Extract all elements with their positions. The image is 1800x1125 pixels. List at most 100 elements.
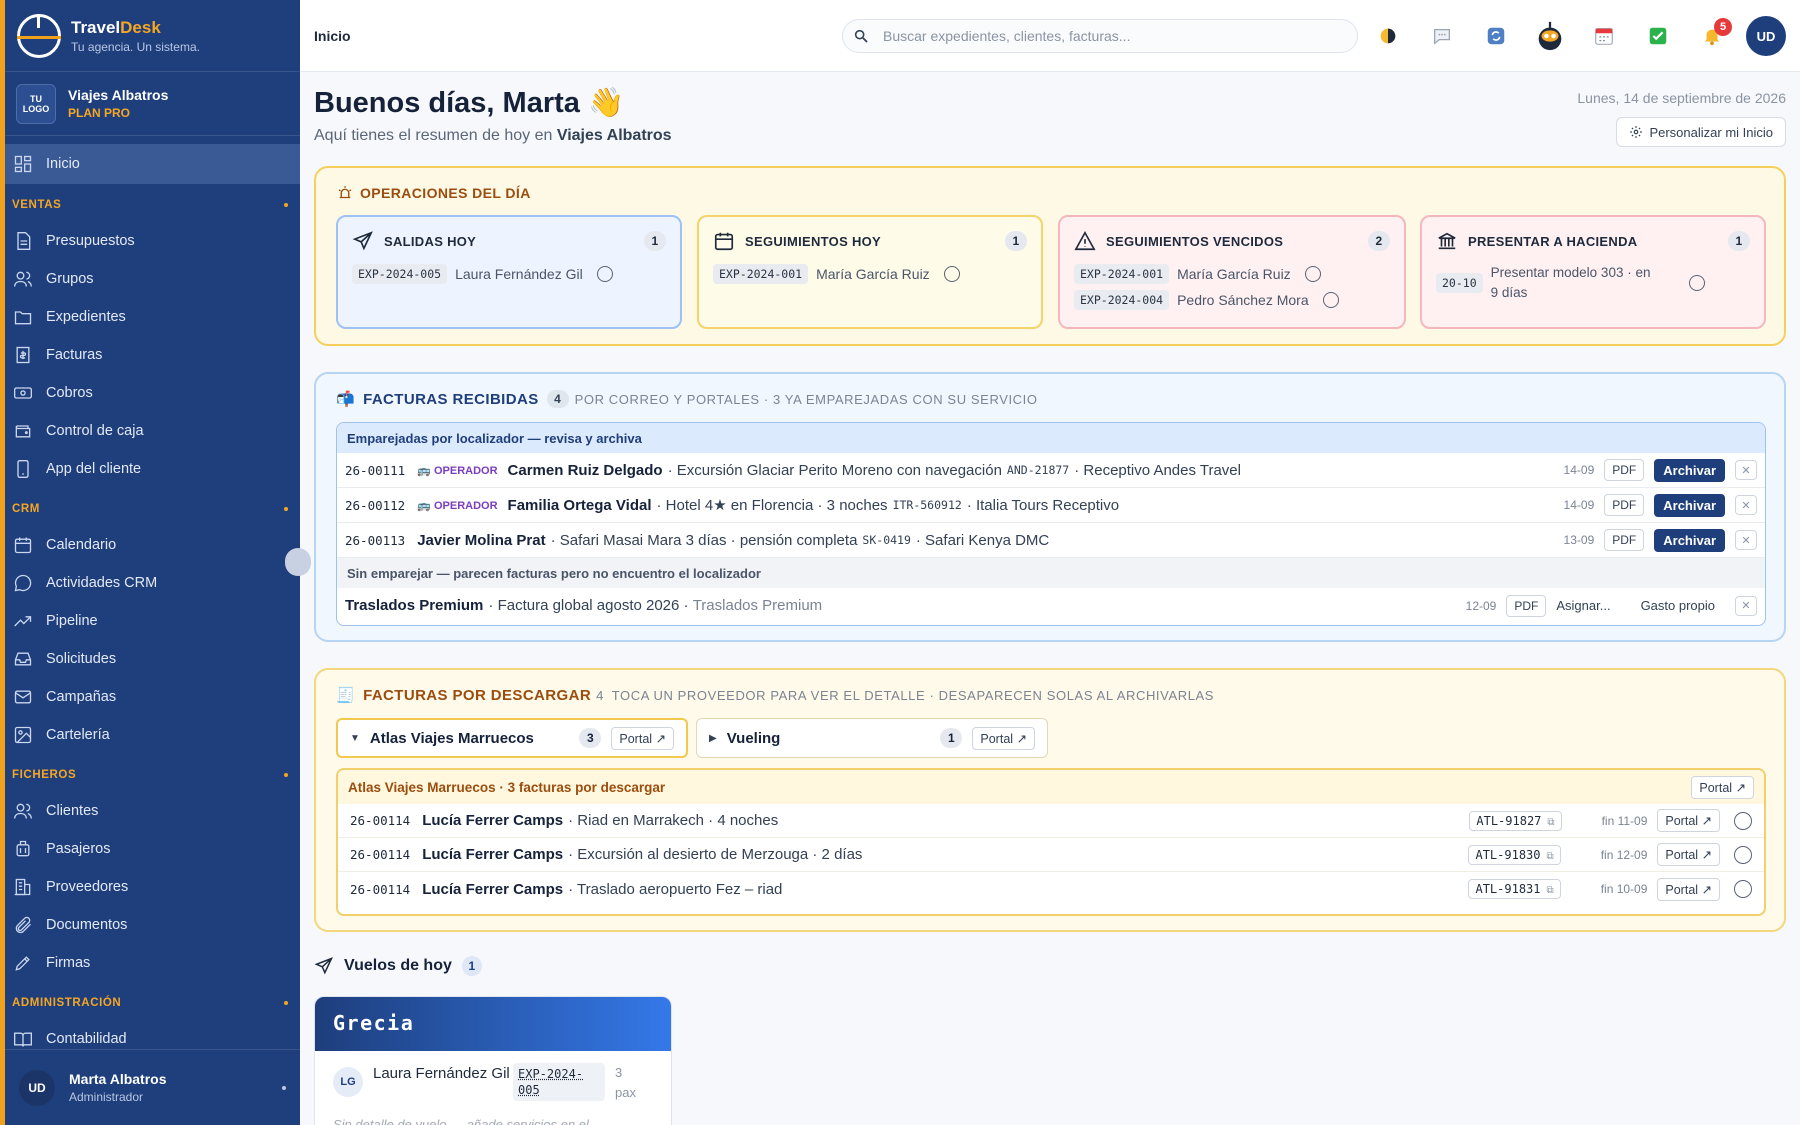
list-item[interactable]: 20-10 Presentar modelo 303 · en 9 días (1436, 261, 1750, 305)
sidebar-item-proveedores[interactable]: Proveedores (5, 868, 300, 906)
close-icon[interactable]: ✕ (1735, 530, 1757, 550)
provider-tab-atlas[interactable]: ▼ Atlas Viajes Marruecos 3 Portal ↗ (336, 718, 688, 758)
pdf-button[interactable]: PDF (1604, 459, 1644, 481)
assistant-button[interactable] (1528, 14, 1572, 58)
sidebar-item-actividades-crm[interactable]: Actividades CRM (5, 564, 300, 602)
portal-link[interactable]: Portal ↗ (1657, 809, 1720, 832)
list-item[interactable]: EXP-2024-004 Pedro Sánchez Mora (1074, 287, 1390, 313)
nav-section-ventas[interactable]: VENTAS (5, 188, 300, 222)
checkbox[interactable] (944, 266, 960, 282)
collapse-icon (284, 507, 288, 511)
portal-link[interactable]: Portal ↗ (1691, 776, 1754, 799)
portal-link[interactable]: Portal ↗ (611, 727, 674, 750)
calendar-icon (12, 534, 34, 556)
messages-button[interactable] (1420, 14, 1464, 58)
count-text: 4 (596, 688, 604, 703)
card-salidas-hoy[interactable]: SALIDAS HOY 1 EXP-2024-005 Laura Fernández… (336, 215, 682, 329)
archive-button[interactable]: Archivar (1654, 529, 1725, 552)
sidebar-item-clientes[interactable]: Clientes (5, 792, 300, 830)
sidebar-item-inicio[interactable]: Inicio (5, 144, 300, 184)
table-row[interactable]: 26-00114 Lucía Ferrer Camps · Traslado ae… (338, 872, 1764, 906)
brand[interactable]: TravelDesk Tu agencia. Un sistema. (5, 0, 300, 72)
reference-copy[interactable]: ATL-91827 (1469, 811, 1561, 831)
pdf-button[interactable]: PDF (1604, 529, 1644, 551)
sidebar-item-expedientes[interactable]: Expedientes (5, 298, 300, 336)
checkbox[interactable] (1305, 266, 1321, 282)
card-seguimientos-hoy[interactable]: SEGUIMIENTOS HOY 1 EXP-2024-001 María Garc… (697, 215, 1043, 329)
sidebar-collapse-handle[interactable] (285, 548, 311, 576)
checkbox[interactable] (1734, 846, 1752, 864)
checkbox[interactable] (1689, 275, 1705, 291)
pdf-button[interactable]: PDF (1604, 494, 1644, 516)
nav-section-crm[interactable]: CRM (5, 492, 300, 526)
checkbox[interactable] (1323, 292, 1339, 308)
sidebar-item-app-del-cliente[interactable]: App del cliente (5, 450, 300, 488)
sidebar-item-documentos[interactable]: Documentos (5, 906, 300, 944)
sidebar-item-label: Expedientes (46, 309, 126, 325)
table-row[interactable]: 26-00114 Lucía Ferrer Camps · Excursión a… (338, 838, 1764, 872)
table-row[interactable]: 26-00111 OPERADOR Carmen Ruiz Delgado· E… (337, 453, 1765, 488)
sidebar-item-label: Cartelería (46, 727, 110, 743)
card-seguimientos-vencidos[interactable]: SEGUIMIENTOS VENCIDOS 2 EXP-2024-001 María… (1058, 215, 1406, 329)
list-item[interactable]: EXP-2024-005 Laura Fernández Gil (352, 261, 666, 287)
list-item[interactable]: EXP-2024-001 María García Ruiz (1074, 261, 1390, 287)
user-menu[interactable]: UD Marta Albatros Administrador (5, 1049, 300, 1125)
table-row[interactable]: 26-00114 Lucía Ferrer Camps · Riad en Mar… (338, 804, 1764, 838)
sidebar-item-facturas[interactable]: Facturas (5, 336, 300, 374)
pending-downloads-panel: 🧾 FACTURAS POR DESCARGAR 4 TOCA UN PROVE… (314, 668, 1786, 932)
calendar-button[interactable] (1582, 14, 1626, 58)
list-item[interactable]: EXP-2024-001 María García Ruiz (713, 261, 1027, 287)
portal-link[interactable]: Portal ↗ (1657, 878, 1720, 901)
paperclip-icon (12, 914, 34, 936)
checkbox[interactable] (597, 266, 613, 282)
own-expense-button[interactable]: Gasto propio (1641, 598, 1715, 613)
sidebar-item-solicitudes[interactable]: Solicitudes (5, 640, 300, 678)
sidebar-item-grupos[interactable]: Grupos (5, 260, 300, 298)
count-badge: 1 (462, 956, 482, 976)
reference-copy[interactable]: ATL-91830 (1468, 845, 1560, 865)
sync-button[interactable] (1474, 14, 1518, 58)
close-icon[interactable]: ✕ (1735, 495, 1757, 515)
reference-copy[interactable]: ATL-91831 (1468, 879, 1560, 899)
table-row[interactable]: Traslados Premium · Factura global agosto… (337, 588, 1765, 623)
sidebar-item-pasajeros[interactable]: Pasajeros (5, 830, 300, 868)
flight-card[interactable]: Grecia LG Laura Fernández Gil EXP-2024-0… (314, 996, 672, 1125)
avatar[interactable]: UD (1746, 16, 1786, 56)
table-row[interactable]: 26-00112 OPERADOR Familia Ortega Vidal· … (337, 488, 1765, 523)
assign-button[interactable]: Asignar... (1556, 598, 1610, 613)
agency-switcher[interactable]: TU LOGO Viajes Albatros PLAN PRO (5, 72, 300, 136)
search-input[interactable] (883, 28, 1323, 44)
provider-tab-vueling[interactable]: ▶ Vueling 1 Portal ↗ (696, 718, 1048, 758)
card-presentar-hacienda[interactable]: PRESENTAR A HACIENDA 1 20-10 Presentar mod… (1420, 215, 1766, 329)
sidebar-item-campanas[interactable]: Campañas (5, 678, 300, 716)
count-badge: 1 (940, 728, 962, 748)
customize-home-button[interactable]: Personalizar mi Inicio (1616, 117, 1786, 147)
received-invoices-list: Emparejadas por localizador — revisa y a… (336, 422, 1766, 626)
pdf-button[interactable]: PDF (1506, 595, 1546, 617)
sidebar-item-firmas[interactable]: Firmas (5, 944, 300, 982)
portal-link[interactable]: Portal ↗ (1657, 843, 1720, 866)
sidebar-item-pipeline[interactable]: Pipeline (5, 602, 300, 640)
close-icon[interactable]: ✕ (1735, 596, 1757, 616)
checkbox[interactable] (1734, 880, 1752, 898)
notifications-button[interactable]: 5 (1690, 14, 1734, 58)
theme-toggle-button[interactable] (1366, 14, 1410, 58)
table-row[interactable]: 26-00113 Javier Molina Prat · Safari Masa… (337, 523, 1765, 558)
file-code-link[interactable]: EXP-2024-005 (513, 1063, 605, 1101)
portal-link[interactable]: Portal ↗ (972, 727, 1035, 750)
sidebar-item-calendario[interactable]: Calendario (5, 526, 300, 564)
checkbox[interactable] (1734, 812, 1752, 830)
archive-button[interactable]: Archivar (1654, 494, 1725, 517)
sidebar-item-cobros[interactable]: Cobros (5, 374, 300, 412)
nav-section-ficheros[interactable]: FICHEROS (5, 758, 300, 792)
archive-button[interactable]: Archivar (1654, 459, 1725, 482)
nav-section-administracion[interactable]: ADMINISTRACIÓN (5, 986, 300, 1020)
flight-destination: Grecia (315, 997, 671, 1051)
tasks-button[interactable] (1636, 14, 1680, 58)
close-icon[interactable]: ✕ (1735, 460, 1757, 480)
sidebar-item-control-de-caja[interactable]: Control de caja (5, 412, 300, 450)
search-box[interactable] (842, 19, 1358, 53)
flight-note: Sin detalle de vuelo — añade servicios e… (333, 1117, 589, 1125)
sidebar-item-carteleria[interactable]: Cartelería (5, 716, 300, 754)
sidebar-item-presupuestos[interactable]: Presupuestos (5, 222, 300, 260)
